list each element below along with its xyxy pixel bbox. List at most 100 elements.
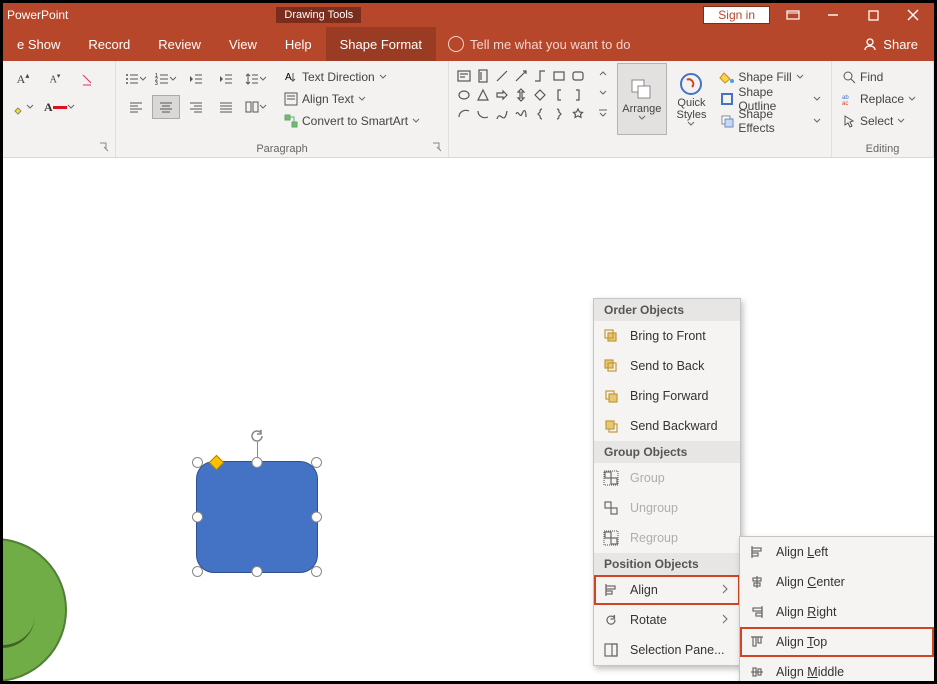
menu-rotate[interactable]: Rotate — [594, 605, 740, 635]
app-title: PowerPoint — [7, 8, 68, 22]
justify-button[interactable] — [212, 95, 240, 119]
increase-indent-button[interactable] — [212, 67, 240, 91]
green-circle-shape[interactable] — [3, 538, 67, 681]
decrease-font-button[interactable]: A▾ — [41, 67, 69, 91]
quick-styles-button[interactable]: Quick Styles — [667, 63, 717, 135]
text-direction-button[interactable]: A Text Direction — [280, 67, 424, 87]
submenu-arrow-icon — [722, 613, 728, 627]
resize-handle-l[interactable] — [192, 512, 203, 523]
shape-star-icon[interactable] — [569, 105, 587, 123]
menu-align-top[interactable]: Align Top — [740, 627, 934, 657]
shape-triangle-icon[interactable] — [474, 86, 492, 104]
arrange-button[interactable]: Arrange — [617, 63, 667, 135]
highlight-button[interactable] — [9, 95, 37, 119]
menu-align[interactable]: Align — [594, 575, 740, 605]
tab-slideshow-partial[interactable]: e Show — [3, 27, 74, 61]
menu-align-right[interactable]: Align Right — [740, 597, 934, 627]
shape-rbrace-icon[interactable] — [550, 105, 568, 123]
shape-freeform-icon[interactable] — [512, 105, 530, 123]
tab-help[interactable]: Help — [271, 27, 326, 61]
gallery-scroll-up[interactable] — [589, 63, 617, 83]
share-button[interactable]: Share — [863, 37, 934, 52]
align-left-button[interactable] — [122, 95, 150, 119]
menu-bring-to-front[interactable]: Bring to Front — [594, 321, 740, 351]
menu-send-to-back[interactable]: Send to Back — [594, 351, 740, 381]
shape-roundrect-icon[interactable] — [569, 67, 587, 85]
shape-connector-icon[interactable] — [531, 67, 549, 85]
clear-formatting-button[interactable] — [73, 67, 101, 91]
resize-handle-bl[interactable] — [192, 566, 203, 577]
tab-record[interactable]: Record — [74, 27, 144, 61]
line-spacing-button[interactable] — [242, 67, 270, 91]
shape-textbox-icon[interactable] — [455, 67, 473, 85]
close-button[interactable] — [896, 4, 930, 26]
menu-selection-pane[interactable]: Selection Pane... — [594, 635, 740, 665]
font-color-button[interactable]: A — [41, 95, 78, 119]
shape-oval-icon[interactable] — [455, 86, 473, 104]
shape-arrow-updown-icon[interactable] — [512, 86, 530, 104]
menu-send-backward[interactable]: Send Backward — [594, 411, 740, 441]
align-center-button[interactable] — [152, 95, 180, 119]
adjustment-handle[interactable] — [209, 455, 225, 471]
decrease-indent-button[interactable] — [182, 67, 210, 91]
find-button[interactable]: Find — [838, 67, 927, 87]
menu-align-center[interactable]: Align Center — [740, 567, 934, 597]
shape-arc2-icon[interactable] — [474, 105, 492, 123]
slide-canvas[interactable]: Order Objects Bring to Front Send to Bac… — [3, 158, 934, 681]
paragraph-dialog-launcher[interactable] — [432, 141, 444, 153]
menu-align-left-label: Align Left — [776, 545, 828, 559]
menu-align-left[interactable]: Align Left — [740, 537, 934, 567]
shapes-gallery[interactable] — [455, 63, 587, 135]
align-right-button[interactable] — [182, 95, 210, 119]
resize-handle-b[interactable] — [252, 566, 263, 577]
shape-fill-button[interactable]: Shape Fill — [716, 67, 825, 87]
shape-vtextbox-icon[interactable] — [474, 67, 492, 85]
resize-handle-r[interactable] — [311, 512, 322, 523]
menu-bring-forward[interactable]: Bring Forward — [594, 381, 740, 411]
minimize-button[interactable] — [816, 4, 850, 26]
tab-shape-format[interactable]: Shape Format — [326, 27, 436, 61]
gallery-scroll-down[interactable] — [589, 83, 617, 103]
sign-in-button[interactable]: Sign in — [703, 6, 770, 24]
replace-button[interactable]: abac Replace — [838, 89, 927, 109]
ribbon-display-options-button[interactable] — [776, 4, 810, 26]
tab-review[interactable]: Review — [144, 27, 215, 61]
tab-view[interactable]: View — [215, 27, 271, 61]
shape-curve-icon[interactable] — [493, 105, 511, 123]
align-submenu: Align Left Align Center Align Right Alig… — [739, 536, 934, 681]
gallery-more-button[interactable] — [589, 103, 617, 123]
columns-button[interactable] — [242, 95, 270, 119]
increase-font-button[interactable]: A▴ — [9, 67, 37, 91]
maximize-button[interactable] — [856, 4, 890, 26]
resize-handle-br[interactable] — [311, 566, 322, 577]
font-dialog-launcher[interactable] — [99, 141, 111, 153]
align-right-icon — [748, 605, 766, 619]
resize-handle-t[interactable] — [252, 457, 263, 468]
shape-rect-icon[interactable] — [550, 67, 568, 85]
menu-send-backward-label: Send Backward — [630, 419, 718, 433]
ungroup-icon — [602, 501, 620, 515]
menu-ungroup-label: Ungroup — [630, 501, 678, 515]
resize-handle-tr[interactable] — [311, 457, 322, 468]
shape-arc1-icon[interactable] — [455, 105, 473, 123]
shape-effects-button[interactable]: Shape Effects — [716, 111, 825, 131]
shape-line-icon[interactable] — [493, 67, 511, 85]
shape-arrow-right-icon[interactable] — [493, 86, 511, 104]
shape-lbrace-icon[interactable] — [531, 105, 549, 123]
menu-align-middle[interactable]: Align Middle — [740, 657, 934, 681]
tell-me-search[interactable]: Tell me what you want to do — [448, 36, 630, 52]
align-text-button[interactable]: Align Text — [280, 89, 424, 109]
shape-rbracket-icon[interactable] — [569, 86, 587, 104]
menu-send-to-back-label: Send to Back — [630, 359, 704, 373]
convert-smartart-button[interactable]: Convert to SmartArt — [280, 111, 424, 131]
shape-outline-button[interactable]: Shape Outline — [716, 89, 825, 109]
shape-arrowline-icon[interactable] — [512, 67, 530, 85]
shape-lbracket-icon[interactable] — [550, 86, 568, 104]
resize-handle-tl[interactable] — [192, 457, 203, 468]
bullets-button[interactable] — [122, 67, 150, 91]
selected-rounded-rect-shape[interactable] — [196, 461, 318, 573]
select-button[interactable]: Select — [838, 111, 927, 131]
numbering-button[interactable]: 123 — [152, 67, 180, 91]
shape-diamond-icon[interactable] — [531, 86, 549, 104]
menu-regroup-label: Regroup — [630, 531, 678, 545]
